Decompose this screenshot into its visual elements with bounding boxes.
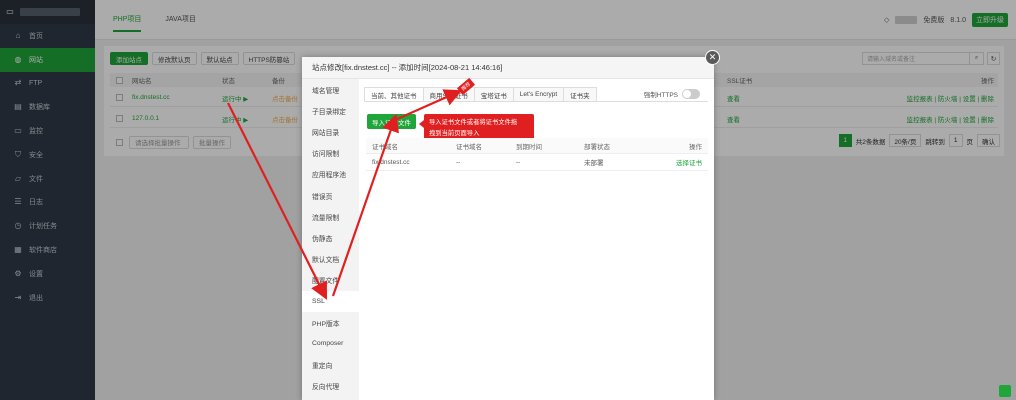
- cert-table-row: fix.dnstest.cc -- -- 未部署 选择证书: [366, 154, 708, 171]
- tooltip-line-1: 导入证书文件或者将证书文件拖: [429, 119, 518, 126]
- ssl-panel: 当前、其他证书 商用SSL证书 宝塔证书 Let's Encrypt 证书夹 强…: [364, 87, 708, 171]
- import-cert-button[interactable]: 导入证书文件: [367, 114, 416, 129]
- cert-table-header: 证书域名 证书域名 到期时间 部署状态 操作: [366, 138, 708, 154]
- tab-bt-cert[interactable]: 宝塔证书: [473, 87, 514, 101]
- force-https-toggle[interactable]: [682, 89, 700, 99]
- feedback-icon[interactable]: [999, 385, 1011, 397]
- tab-current-certs[interactable]: 当前、其他证书: [364, 87, 424, 101]
- cert-row-status: 未部署: [584, 160, 604, 167]
- col-domain: 证书域名: [372, 143, 398, 151]
- close-icon[interactable]: ✕: [705, 50, 720, 65]
- col-action: 操作: [689, 143, 702, 151]
- modal-menu-item[interactable]: 域名管理: [302, 79, 359, 100]
- col-cert-domain: 证书域名: [456, 143, 482, 151]
- site-settings-modal: 站点修改[fix.dnstest.cc] -- 添加时间[2024-08-21 …: [302, 57, 714, 400]
- select-cert-link[interactable]: 选择证书: [676, 154, 702, 170]
- modal-menu-item[interactable]: 配置文件: [302, 270, 359, 291]
- col-deploy-status: 部署状态: [584, 143, 610, 151]
- modal-menu-item[interactable]: 流量限制: [302, 206, 359, 227]
- modal-menu-item[interactable]: 应用程序池: [302, 164, 359, 185]
- cert-row-expire: --: [516, 158, 521, 166]
- modal-menu-item[interactable]: Composer: [302, 333, 359, 354]
- modal-menu-item[interactable]: 伪静态: [302, 227, 359, 248]
- tab-letsencrypt[interactable]: Let's Encrypt: [512, 87, 565, 101]
- modal-menu-item[interactable]: 默认文档: [302, 249, 359, 270]
- force-https-label: 强制HTTPS: [643, 92, 678, 99]
- modal-title: 站点修改[fix.dnstest.cc] -- 添加时间[2024-08-21 …: [302, 57, 714, 79]
- cert-row-cert-domain: --: [456, 158, 461, 166]
- modal-menu-item[interactable]: 重定向: [302, 354, 359, 375]
- modal-sidebar: 域名管理 子目录绑定 网站目录 访问限制 应用程序池 错误页 流量限制 伪静态 默认文档 配置文件…: [302, 79, 359, 400]
- modal-menu-item[interactable]: 访问限制: [302, 143, 359, 164]
- modal-menu-item[interactable]: SSL: [302, 290, 359, 313]
- modal-menu-item[interactable]: 子目录绑定: [302, 100, 359, 121]
- col-expire: 到期时间: [516, 143, 542, 151]
- modal-menu-item[interactable]: 错误页: [302, 185, 359, 206]
- modal-menu-item[interactable]: 反向代理: [302, 376, 359, 397]
- modal-menu-item[interactable]: PHP版本: [302, 312, 359, 333]
- force-https: 强制HTTPS: [644, 89, 700, 99]
- cert-row-domain: fix.dnstest.cc: [372, 158, 410, 166]
- modal-menu-item[interactable]: 网站目录: [302, 121, 359, 142]
- tab-cert-folder[interactable]: 证书夹: [563, 87, 597, 101]
